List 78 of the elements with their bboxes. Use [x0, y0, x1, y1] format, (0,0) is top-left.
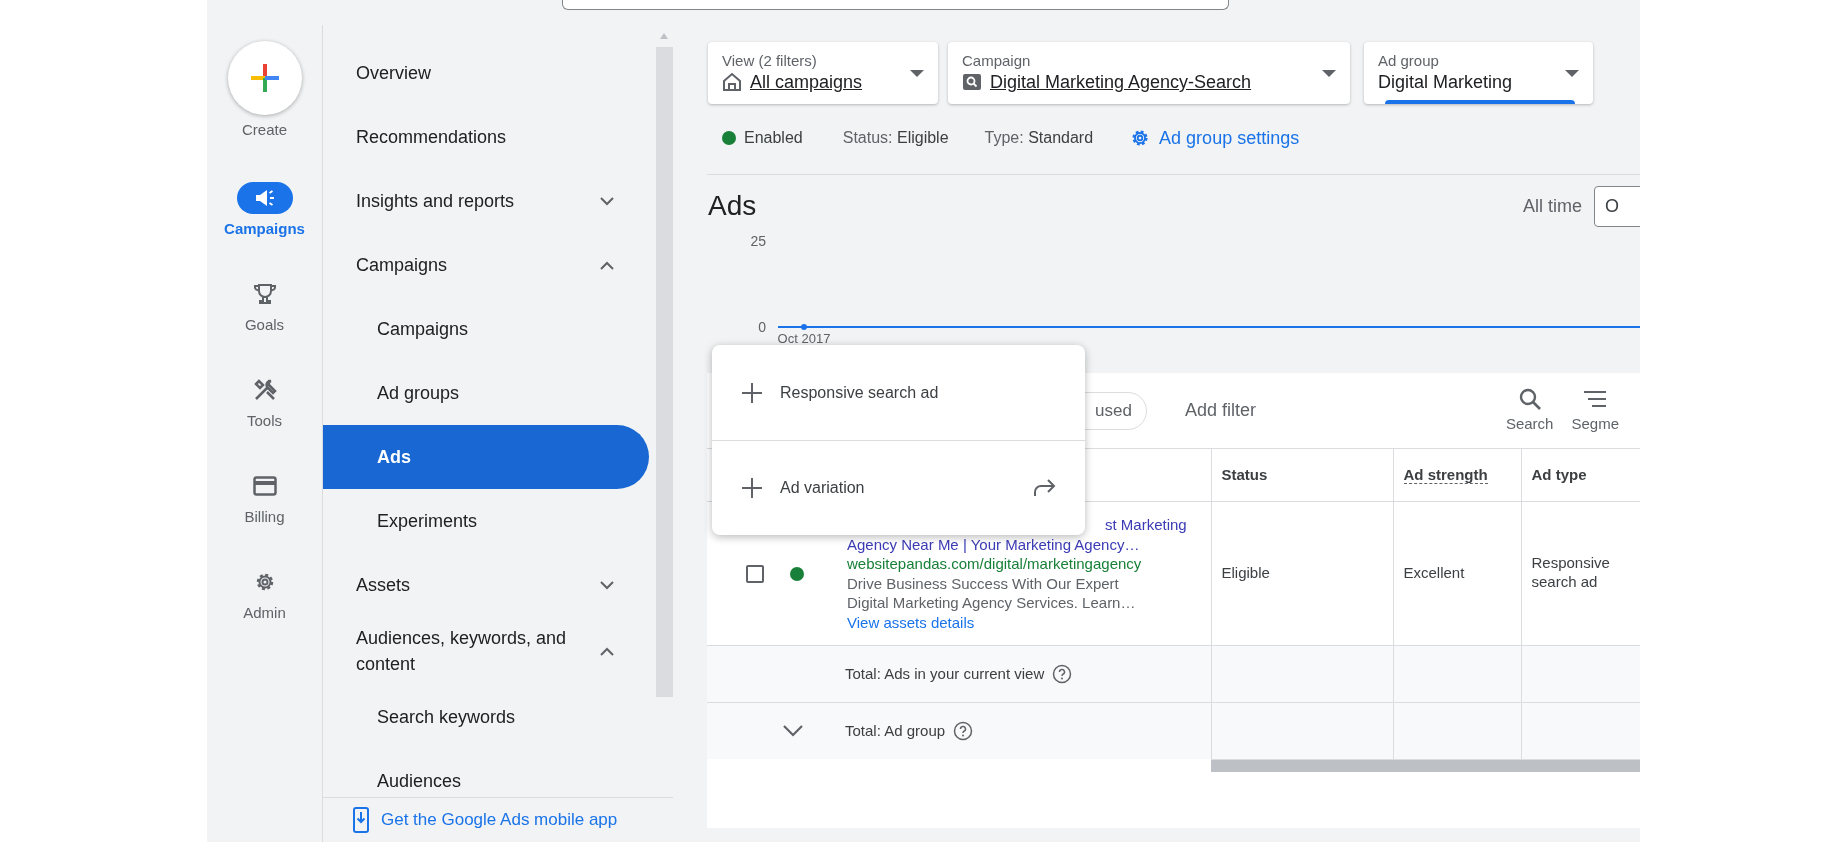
date-range-button[interactable]: O: [1594, 185, 1640, 227]
nav-item[interactable]: Experiments: [323, 489, 649, 553]
nav-item[interactable]: Overview: [323, 41, 649, 105]
enabled-text: Enabled: [744, 128, 803, 148]
x-axis-label: Oct 2017: [777, 331, 831, 346]
y-axis-label: 0: [758, 319, 766, 335]
horizontal-scrollbar[interactable]: [1211, 759, 1640, 772]
trophy-icon: [252, 281, 277, 306]
search-icon: [1518, 388, 1541, 411]
plus-icon: [742, 478, 762, 498]
page-title: Ads: [708, 189, 757, 223]
dropdown-arrow-icon[interactable]: [1322, 69, 1336, 77]
total-label: Total: Ads in your current view: [845, 663, 1045, 684]
add-filter-button[interactable]: Add filter: [1184, 397, 1256, 424]
ad-description: Digital Marketing Agency Services. Learn…: [847, 593, 1137, 613]
filter-dropdown[interactable]: View (2 filters) All campaigns: [708, 42, 938, 104]
nav-item[interactable]: Campaigns: [323, 297, 649, 361]
create-button[interactable]: [227, 41, 302, 115]
filter-dropdown[interactable]: Campaign Digital Marketing Agency-Search: [948, 42, 1350, 104]
search-campaign-icon: [962, 72, 982, 92]
chevron-down-icon[interactable]: [600, 196, 614, 206]
nav-item[interactable]: Ad groups: [323, 361, 649, 425]
toolbar-button[interactable]: Search: [1505, 385, 1554, 436]
nav-item[interactable]: Campaigns: [323, 233, 649, 297]
help-icon[interactable]: [1052, 664, 1073, 684]
ad-group-settings-link[interactable]: Ad group settings: [1159, 124, 1300, 152]
plus-icon: [742, 382, 762, 403]
ad-headline[interactable]: Agency Near Me | Your Marketing Agency…: [847, 534, 1187, 554]
rail-nav-item[interactable]: Billing: [214, 469, 315, 566]
rail-nav-item[interactable]: Admin: [214, 565, 315, 662]
rail-nav-item[interactable]: Tools: [214, 373, 315, 470]
dropdown-arrow-icon[interactable]: [910, 69, 924, 77]
nav-item[interactable]: Audiences: [323, 749, 649, 797]
chevron-up-icon[interactable]: [600, 260, 614, 270]
filter-dropdown[interactable]: Ad group Digital Marketing: [1364, 42, 1593, 104]
menu-item[interactable]: Ad variation: [712, 440, 1085, 535]
chevron-down-icon[interactable]: [600, 580, 614, 590]
column-header[interactable]: Status: [1221, 465, 1268, 483]
chevron-up-icon[interactable]: [600, 646, 614, 656]
rail-nav-item[interactable]: Campaigns: [214, 181, 315, 278]
nav-item[interactable]: Recommendations: [323, 105, 649, 169]
chart-point: [801, 324, 807, 330]
phone-download-icon: [353, 807, 369, 833]
table-cell: Eligible: [1221, 564, 1270, 582]
type-text: Type: Standard: [984, 128, 1094, 148]
ad-description: Drive Business Success With Our Expert: [847, 573, 1120, 593]
search-field[interactable]: [562, 0, 1229, 10]
y-axis-label: 25: [750, 233, 766, 249]
forward-arrow-icon: [1033, 479, 1057, 497]
column-header[interactable]: Ad strength: [1403, 465, 1488, 484]
help-icon[interactable]: [953, 721, 974, 741]
mobile-app-link[interactable]: Get the Google Ads mobile app: [381, 807, 618, 833]
megaphone-icon: [253, 187, 276, 208]
credit-card-icon: [252, 475, 277, 496]
tools-icon: [252, 377, 277, 402]
column-header[interactable]: Ad type: [1531, 465, 1587, 483]
checkbox[interactable]: [746, 564, 764, 583]
toolbar-button[interactable]: Segme: [1571, 385, 1619, 436]
plus-icon: [249, 63, 280, 93]
dropdown-arrow-icon[interactable]: [1565, 69, 1579, 77]
segment-lines-icon: [1584, 390, 1607, 409]
table-cell: Excellent: [1403, 564, 1465, 582]
status-text: Status: Eligible: [842, 128, 949, 148]
chevron-down-icon[interactable]: [783, 725, 803, 737]
nav-item[interactable]: Ads: [323, 425, 649, 489]
rail-nav-item[interactable]: Goals: [214, 277, 315, 374]
date-range-label: All time: [1522, 194, 1582, 218]
view-assets-link[interactable]: View assets details: [847, 613, 975, 631]
create-label: Create: [242, 120, 287, 140]
nav-item[interactable]: Search keywords: [323, 685, 649, 749]
home-icon: [722, 72, 742, 92]
nav-item[interactable]: Assets: [323, 553, 649, 617]
menu-item[interactable]: Responsive search ad: [712, 345, 1085, 440]
table-cell-text: Responsive search ad: [1531, 553, 1611, 592]
nav-item[interactable]: Audiences, keywords, and content: [323, 617, 649, 685]
ad-url: websitepandas.com/digital/marketingagency: [847, 554, 1143, 574]
total-label: Total: Ad group: [845, 720, 946, 741]
nav-item[interactable]: Insights and reports: [323, 169, 649, 233]
